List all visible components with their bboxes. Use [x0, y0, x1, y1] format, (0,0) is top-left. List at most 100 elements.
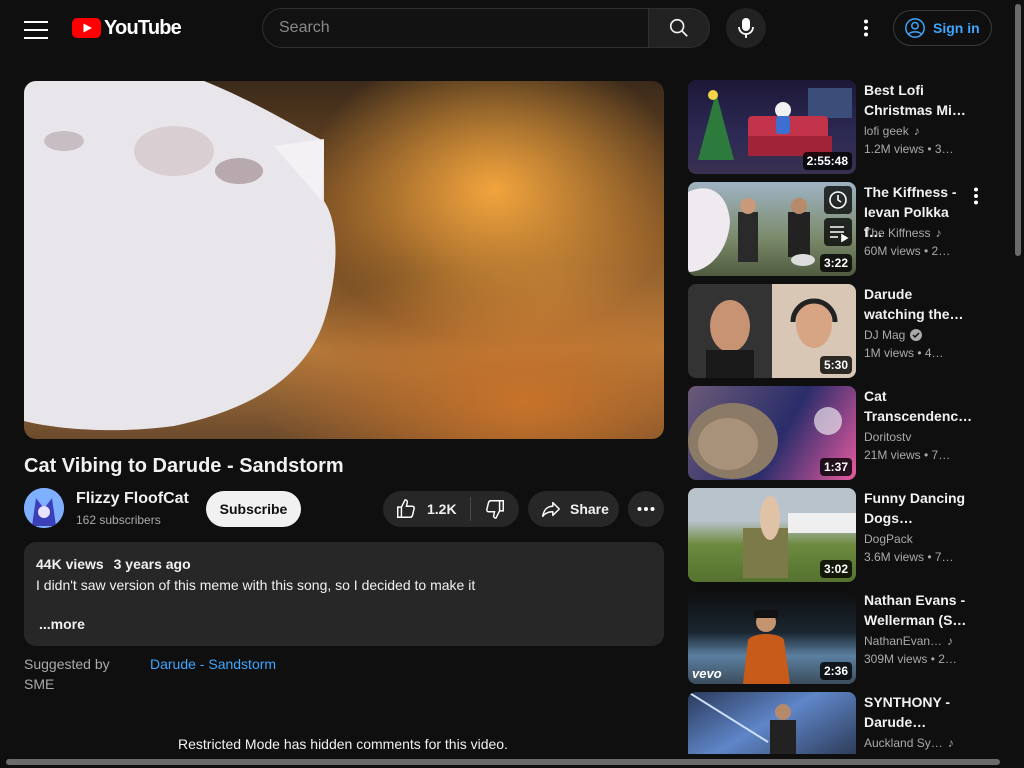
title-line: Dogs… [864, 510, 913, 526]
video-duration: 1:37 [819, 458, 852, 476]
title-line: Darude [864, 286, 913, 302]
search-input[interactable] [262, 8, 648, 48]
voice-search-button[interactable] [726, 8, 766, 48]
video-duration: 2:55:48 [802, 152, 852, 170]
sign-in-button[interactable]: Sign in [893, 10, 992, 46]
recommendation-item[interactable]: 3:22 The Kiffness - Ievan Polkka f… The … [688, 182, 978, 276]
video-thumbnail: 5:30 [688, 284, 856, 378]
music-note-icon: ♪ [947, 736, 954, 750]
recommendation-item[interactable]: vevo 2:36 Nathan Evans - Wellerman (S… N… [688, 590, 978, 684]
channel-name: NathanEvan… [864, 634, 943, 648]
upload-age: 3 years ago [113, 556, 191, 572]
vevo-logo: vevo [692, 666, 722, 681]
view-count: 44K views [36, 556, 104, 572]
youtube-logo[interactable]: YouTube [72, 16, 182, 40]
like-count: 1.2K [427, 501, 457, 517]
horizontal-scrollbar[interactable] [6, 759, 1000, 765]
recommendation-title: Cat Transcendenc… [864, 386, 972, 426]
thumbs-up-icon [397, 499, 415, 518]
recommendation-channel: The Kiffness ♪ [864, 226, 941, 240]
video-duration: 3:02 [819, 560, 852, 578]
settings-more-button[interactable] [850, 12, 882, 44]
recommendation-title: Nathan Evans - Wellerman (S… [864, 590, 968, 630]
menu-icon-bar [24, 37, 48, 39]
recommendation-channel: Doritostv [864, 430, 911, 444]
recommendation-channel: Auckland Sy… ♪ [864, 736, 954, 750]
like-dislike-group: 1.2K [383, 491, 519, 527]
recommendation-menu-button[interactable] [964, 184, 988, 208]
recommendation-item[interactable]: 1:37 Cat Transcendenc… Doritostv 21M vie… [688, 386, 978, 480]
add-to-queue-icon[interactable] [824, 218, 852, 246]
restricted-mode-notice: Restricted Mode has hidden comments for … [178, 736, 508, 752]
recommendation-title: Best Lofi Christmas Mi… [864, 80, 968, 120]
verified-icon [910, 329, 923, 341]
recommendation-meta: 21M views • 7… [864, 448, 951, 462]
description-text: I didn't saw version of this meme with t… [36, 577, 476, 593]
video-thumbnail: 1:37 [688, 386, 856, 480]
recommendation-meta: 1M views • 4… [864, 346, 944, 360]
suggested-by-label: Suggested by SME [24, 656, 110, 692]
channel-name: lofi geek [864, 124, 909, 138]
video-title: Cat Vibing to Darude - Sandstorm [24, 455, 344, 477]
like-button[interactable]: 1.2K [383, 491, 470, 527]
recommendation-channel: NathanEvan… ♪ [864, 634, 953, 648]
share-button[interactable]: Share [528, 491, 619, 527]
show-more-link[interactable]: ...more [39, 616, 85, 632]
video-duration: 3:22 [819, 254, 852, 272]
more-vert-icon [864, 19, 868, 37]
suggested-song-link[interactable]: Darude - Sandstorm [150, 656, 276, 672]
video-thumbnail: 3:22 [688, 182, 856, 276]
title-line: Nathan Evans - [864, 592, 966, 608]
video-thumbnail: vevo 2:36 [688, 590, 856, 684]
channel-name: DogPack [864, 532, 913, 546]
recommendation-meta: 1.2M views • 3… [864, 142, 954, 156]
menu-icon-bar [24, 29, 48, 31]
cat-video-frame [24, 81, 336, 431]
logo-text: YouTube [104, 16, 182, 39]
recommendation-title: Darude watching the… [864, 284, 968, 324]
channel-name: Doritostv [864, 430, 912, 444]
vertical-scrollbar[interactable] [1015, 4, 1021, 256]
title-line: Best Lofi [864, 82, 924, 98]
recommendation-item[interactable]: 3:02 Funny Dancing Dogs… DogPack 3.6M vi… [688, 488, 978, 582]
avatar-image [24, 488, 64, 528]
more-horiz-icon [637, 507, 655, 511]
recommendation-item[interactable]: SYNTHONY - Darude… Auckland Sy… ♪ [688, 692, 978, 754]
video-duration: 2:36 [819, 662, 852, 680]
watch-later-icon[interactable] [824, 186, 852, 214]
recommendation-item[interactable]: 5:30 Darude watching the… DJ Mag 1M view… [688, 284, 978, 378]
search-icon [669, 18, 688, 37]
microphone-icon [738, 18, 754, 38]
subscriber-count: 162 subscribers [76, 513, 161, 527]
music-note-icon: ♪ [935, 226, 942, 240]
subscribe-button[interactable]: Subscribe [206, 491, 301, 527]
account-icon [905, 18, 925, 38]
title-line: Wellerman (S… [864, 612, 967, 628]
title-line: Darude… [864, 714, 927, 730]
recommendation-channel: DogPack [864, 532, 913, 546]
recommendation-item[interactable]: 2:55:48 Best Lofi Christmas Mi… lofi gee… [688, 80, 978, 174]
sign-in-label: Sign in [933, 20, 980, 36]
menu-button[interactable] [24, 16, 48, 40]
dislike-button[interactable] [471, 491, 519, 527]
channel-name: DJ Mag [864, 328, 906, 342]
search-button[interactable] [648, 8, 710, 48]
recommendation-title: Funny Dancing Dogs… [864, 488, 968, 528]
video-player[interactable] [24, 81, 664, 439]
video-thumbnail: 3:02 [688, 488, 856, 582]
more-actions-button[interactable] [628, 491, 664, 527]
share-icon [542, 501, 560, 518]
channel-avatar[interactable] [24, 488, 64, 528]
recommendation-meta: 60M views • 2… [864, 244, 951, 258]
recommendation-channel: DJ Mag [864, 328, 923, 342]
search-bar [262, 8, 710, 48]
recommendation-channel: lofi geek ♪ [864, 124, 920, 138]
music-note-icon: ♪ [913, 124, 920, 138]
video-duration: 5:30 [819, 356, 852, 374]
channel-name[interactable]: Flizzy FloofCat [76, 490, 189, 508]
title-line: SYNTHONY - [864, 694, 951, 710]
description-box[interactable]: 44K views 3 years ago I didn't saw versi… [24, 542, 664, 646]
title-line: Funny Dancing [864, 490, 966, 506]
recommendation-title: SYNTHONY - Darude… [864, 692, 968, 732]
title-line: Cat [864, 388, 887, 404]
